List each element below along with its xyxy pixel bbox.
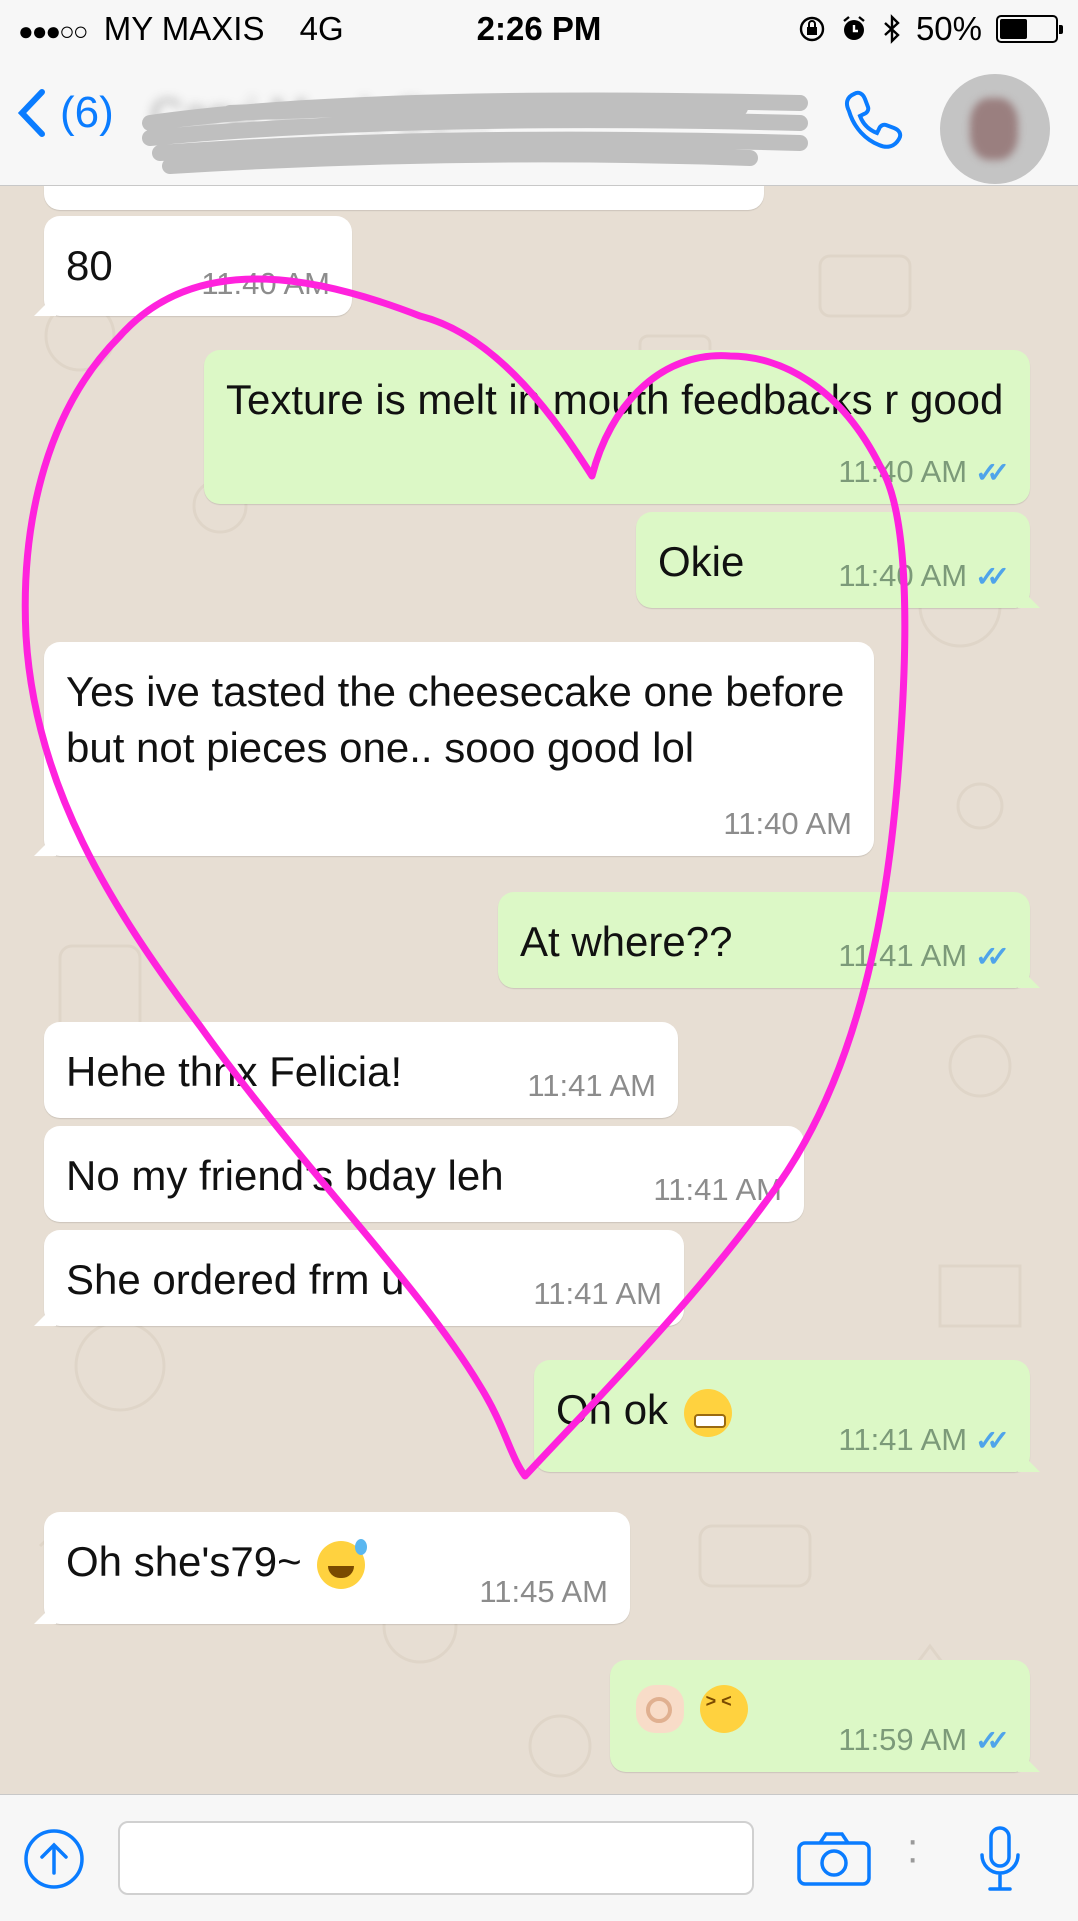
read-receipt-icon: ✓✓ (975, 1724, 1010, 1756)
more-icon[interactable]: · · (906, 1820, 919, 1878)
unread-count: (6) (60, 88, 114, 137)
message-incoming[interactable]: She ordered frm u 11:41 AM (44, 1230, 684, 1326)
message-meta: 11:45 AM (479, 1574, 608, 1610)
phone-icon[interactable] (838, 86, 908, 156)
message-outgoing[interactable]: 11:59 AM✓✓ (610, 1660, 1030, 1772)
message-outgoing[interactable]: Okie 11:40 AM ✓✓ (636, 512, 1030, 608)
message-time: 11:40 AM (723, 806, 852, 841)
message-meta: 11:41 AM (533, 1276, 662, 1312)
bluetooth-icon (884, 14, 900, 44)
message-list[interactable]: 80 11:40 AM Texture is melt in mouth fee… (0, 186, 1078, 1794)
message-incoming[interactable]: 80 11:40 AM (44, 216, 352, 316)
contact-avatar[interactable] (940, 74, 1050, 184)
message-text: She ordered frm u (66, 1256, 405, 1303)
message-outgoing[interactable]: Texture is melt in mouth feedbacks r goo… (204, 350, 1030, 504)
rotation-lock-icon (799, 16, 825, 42)
message-meta: 11:40 AM (723, 806, 852, 842)
read-receipt-icon: ✓✓ (975, 456, 1010, 488)
message-meta: 11:40 AM (201, 266, 330, 302)
camera-icon[interactable] (796, 1831, 872, 1887)
message-time: 11:40 AM (838, 558, 968, 593)
alarm-icon (843, 16, 865, 40)
read-receipt-icon: ✓✓ (975, 940, 1010, 972)
battery-percent: 50% (915, 10, 982, 47)
message-incoming[interactable]: No my friend's bday leh 11:41 AM (44, 1126, 804, 1222)
message-meta: 11:40 AM ✓✓ (838, 454, 1010, 490)
message-time: 11:40 AM (201, 266, 330, 301)
message-text: No my friend's bday leh (66, 1152, 504, 1199)
message-meta: 11:41 AM (527, 1068, 656, 1104)
message-time: 11:41 AM (838, 938, 968, 973)
battery-fill (1000, 19, 1027, 39)
message-incoming[interactable]: Yes ive tasted the cheesecake one before… (44, 642, 874, 856)
message-time: 11:41 AM (653, 1172, 782, 1207)
message-time: 11:40 AM (838, 454, 968, 489)
avatar-blurred (970, 98, 1018, 160)
sweat-smile-face-icon (317, 1538, 368, 1589)
message-meta: 11:40 AM ✓✓ (838, 558, 1010, 594)
message-meta: 11:59 AM ✓✓ (838, 1722, 1010, 1758)
chat-header: (6) Carvi M... k So... (0, 58, 1078, 186)
message-time: 11:45 AM (479, 1574, 608, 1609)
grimacing-face-icon (683, 1388, 732, 1437)
laughing-face-icon (699, 1684, 748, 1733)
status-right-icons: 50% (798, 10, 1063, 48)
message-text: Hehe thnx Felicia! (66, 1048, 403, 1095)
message-text: Okie (658, 538, 745, 585)
message-text: At where?? (520, 918, 733, 965)
message-input-bar: · · (0, 1794, 1078, 1921)
ok-hand-icon (636, 1684, 684, 1733)
message-input[interactable] (118, 1821, 754, 1895)
back-button[interactable]: (6) (18, 88, 114, 138)
message-text: 80 (66, 242, 113, 289)
message-incoming[interactable]: Hehe thnx Felicia! 11:41 AM (44, 1022, 678, 1118)
message-time: 11:41 AM (838, 1422, 968, 1457)
chevron-left-icon (18, 89, 45, 137)
message-outgoing[interactable]: At where?? 11:41 AM ✓✓ (498, 892, 1030, 988)
message-text: Texture is melt in mouth feedbacks r goo… (226, 376, 1004, 423)
message-text: Yes ive tasted the cheesecake one before… (66, 668, 857, 771)
message-outgoing[interactable]: Oh ok 11:41 AM ✓✓ (534, 1360, 1030, 1472)
read-receipt-icon: ✓✓ (975, 1424, 1010, 1456)
message-incoming[interactable] (44, 186, 764, 210)
message-incoming[interactable]: Oh she's79~ 11:45 AM (44, 1512, 630, 1624)
message-time: 11:41 AM (527, 1068, 656, 1103)
read-receipt-icon: ✓✓ (975, 560, 1010, 592)
message-meta: 11:41 AM (653, 1172, 782, 1208)
upload-icon[interactable] (22, 1827, 86, 1891)
microphone-icon[interactable] (976, 1825, 1024, 1895)
message-text: Oh she's79~ (66, 1538, 302, 1585)
message-time: 11:59 AM (838, 1722, 968, 1757)
status-bar: ●●●○○ MY MAXIS 4G 2:26 PM 50% (0, 0, 1078, 58)
battery-icon (996, 15, 1063, 43)
message-meta: 11:41 AM ✓✓ (838, 938, 1010, 974)
message-time: 11:41 AM (533, 1276, 662, 1311)
redaction-scribble (142, 92, 808, 174)
message-meta: 11:41 AM ✓✓ (838, 1422, 1010, 1458)
message-text: Oh ok (556, 1386, 669, 1433)
